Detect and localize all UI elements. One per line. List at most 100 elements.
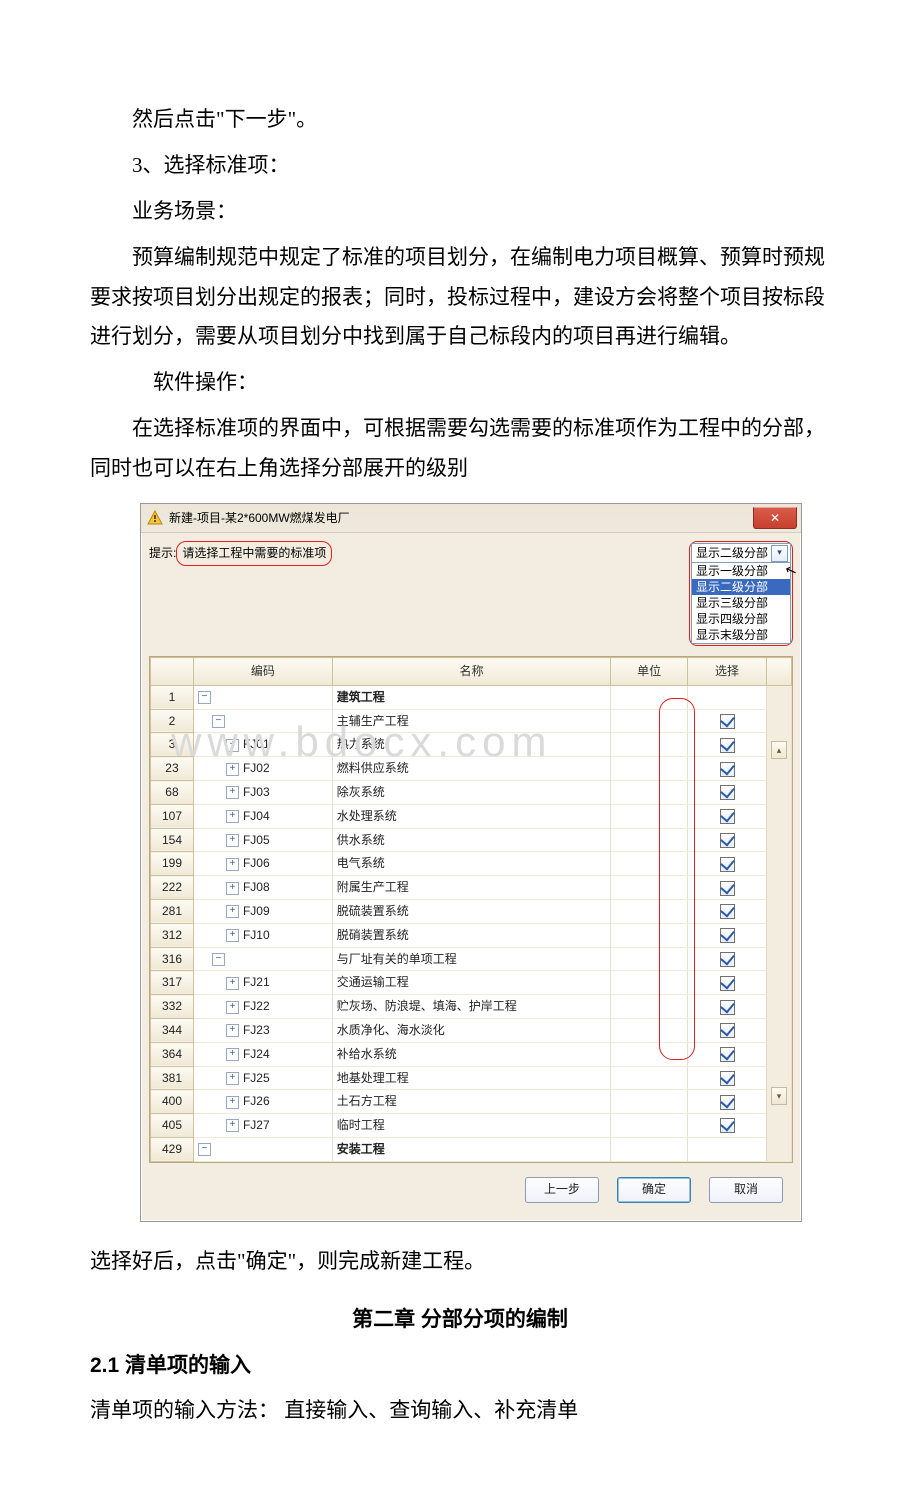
checkbox[interactable] — [720, 1023, 735, 1038]
checkbox[interactable] — [720, 976, 735, 991]
collapse-icon[interactable]: − — [212, 953, 225, 966]
cell-select[interactable] — [688, 1018, 767, 1042]
table-row[interactable]: 222+FJ08附属生产工程 — [151, 876, 792, 900]
table-row[interactable]: 199+FJ06电气系统 — [151, 852, 792, 876]
checkbox[interactable] — [720, 1000, 735, 1015]
table-row[interactable]: 154+FJ05供水系统 — [151, 828, 792, 852]
expand-icon[interactable]: + — [226, 977, 239, 990]
expand-icon[interactable]: + — [226, 1001, 239, 1014]
checkbox[interactable] — [720, 857, 735, 872]
cell-select[interactable] — [688, 709, 767, 733]
expand-icon[interactable]: + — [226, 1096, 239, 1109]
table-row[interactable]: 2−主辅生产工程 — [151, 709, 792, 733]
column-header-unit[interactable]: 单位 — [611, 658, 688, 686]
cell-select[interactable] — [688, 1066, 767, 1090]
checkbox[interactable] — [720, 1118, 735, 1133]
cell-unit — [611, 971, 688, 995]
expand-icon[interactable]: + — [226, 763, 239, 776]
expand-icon[interactable]: + — [226, 1119, 239, 1132]
cell-select[interactable] — [688, 899, 767, 923]
dropdown-list[interactable]: 显示一级分部 显示二级分部 显示三级分部 显示四级分部 显示末级分部 — [691, 563, 791, 644]
expand-icon[interactable]: + — [226, 929, 239, 942]
expand-icon[interactable]: + — [226, 905, 239, 918]
checkbox[interactable] — [720, 762, 735, 777]
cell-select[interactable] — [688, 971, 767, 995]
cell-select[interactable] — [688, 995, 767, 1019]
collapse-icon[interactable]: − — [212, 715, 225, 728]
dropdown-option[interactable]: 显示末级分部 — [692, 627, 790, 643]
expand-icon[interactable]: + — [226, 810, 239, 823]
table-row[interactable]: 316−与厂址有关的单项工程 — [151, 947, 792, 971]
cell-select[interactable] — [688, 804, 767, 828]
cell-code: − — [193, 709, 332, 733]
expand-icon[interactable]: + — [226, 834, 239, 847]
expand-icon[interactable]: + — [226, 739, 239, 752]
checkbox[interactable] — [720, 904, 735, 919]
checkbox[interactable] — [720, 714, 735, 729]
table-row[interactable]: 23+FJ02燃料供应系统 — [151, 757, 792, 781]
table-row[interactable]: 281+FJ09脱硫装置系统 — [151, 899, 792, 923]
cell-select[interactable] — [688, 1114, 767, 1138]
cancel-button[interactable]: 取消 — [709, 1177, 783, 1203]
cell-select[interactable] — [688, 1042, 767, 1066]
cell-select[interactable] — [688, 781, 767, 805]
expand-icon[interactable]: + — [226, 882, 239, 895]
table-row[interactable]: 317+FJ21交通运输工程 — [151, 971, 792, 995]
checkbox[interactable] — [720, 738, 735, 753]
checkbox[interactable] — [720, 1047, 735, 1062]
cell-select[interactable] — [688, 876, 767, 900]
dropdown-option[interactable]: 显示二级分部 — [692, 579, 790, 595]
scroll-down-icon[interactable]: ▾ — [771, 1087, 787, 1105]
column-header-select[interactable]: 选择 — [688, 658, 767, 686]
collapse-icon[interactable]: − — [198, 691, 211, 704]
cell-select[interactable] — [688, 757, 767, 781]
checkbox[interactable] — [720, 928, 735, 943]
expand-icon[interactable]: + — [226, 1072, 239, 1085]
table-row[interactable]: 332+FJ22贮灰场、防浪堤、填海、护岸工程 — [151, 995, 792, 1019]
checkbox[interactable] — [720, 1071, 735, 1086]
cell-select[interactable] — [688, 733, 767, 757]
collapse-icon[interactable]: − — [198, 1143, 211, 1156]
cell-select[interactable] — [688, 1090, 767, 1114]
table-row[interactable]: 400+FJ26土石方工程 — [151, 1090, 792, 1114]
cell-select[interactable] — [688, 828, 767, 852]
checkbox[interactable] — [720, 1095, 735, 1110]
cell-select[interactable] — [688, 1137, 767, 1161]
table-row[interactable]: 312+FJ10脱硝装置系统 — [151, 923, 792, 947]
table-row[interactable]: 344+FJ23水质净化、海水淡化 — [151, 1018, 792, 1042]
dropdown-option[interactable]: 显示四级分部 — [692, 611, 790, 627]
table-row[interactable]: 364+FJ24补给水系统 — [151, 1042, 792, 1066]
ok-button[interactable]: 确定 — [617, 1177, 691, 1203]
close-button[interactable]: ✕ — [753, 507, 797, 529]
expand-icon[interactable]: + — [226, 1048, 239, 1061]
checkbox[interactable] — [720, 809, 735, 824]
table-row[interactable]: 1−建筑工程▴▾ — [151, 685, 792, 709]
level-dropdown[interactable]: 显示二级分部 ▾ ↖ 显示一级分部 显示二级分部 显示三级分部 显示四级分部 显… — [691, 543, 791, 644]
checkbox[interactable] — [720, 952, 735, 967]
table-row[interactable]: 405+FJ27临时工程 — [151, 1114, 792, 1138]
cell-select[interactable] — [688, 685, 767, 709]
checkbox[interactable] — [720, 785, 735, 800]
expand-icon[interactable]: + — [226, 1024, 239, 1037]
scroll-up-icon[interactable]: ▴ — [771, 741, 787, 759]
prev-button[interactable]: 上一步 — [525, 1177, 599, 1203]
cell-select[interactable] — [688, 947, 767, 971]
table-row[interactable]: 429−安装工程 — [151, 1137, 792, 1161]
table-row[interactable]: 68+FJ03除灰系统 — [151, 781, 792, 805]
cell-name: 补给水系统 — [332, 1042, 610, 1066]
expand-icon[interactable]: + — [226, 858, 239, 871]
dropdown-option[interactable]: 显示一级分部 — [692, 563, 790, 579]
table-row[interactable]: 3+FJ01热力系统 — [151, 733, 792, 757]
dropdown-option[interactable]: 显示三级分部 — [692, 595, 790, 611]
checkbox[interactable] — [720, 881, 735, 896]
row-number: 107 — [151, 804, 194, 828]
checkbox[interactable] — [720, 833, 735, 848]
cell-select[interactable] — [688, 852, 767, 876]
vertical-scrollbar[interactable]: ▴▾ — [767, 685, 792, 1161]
expand-icon[interactable]: + — [226, 786, 239, 799]
table-row[interactable]: 107+FJ04水处理系统 — [151, 804, 792, 828]
cell-select[interactable] — [688, 923, 767, 947]
table-row[interactable]: 381+FJ25地基处理工程 — [151, 1066, 792, 1090]
column-header-name[interactable]: 名称 — [332, 658, 610, 686]
column-header-code[interactable]: 编码 — [193, 658, 332, 686]
